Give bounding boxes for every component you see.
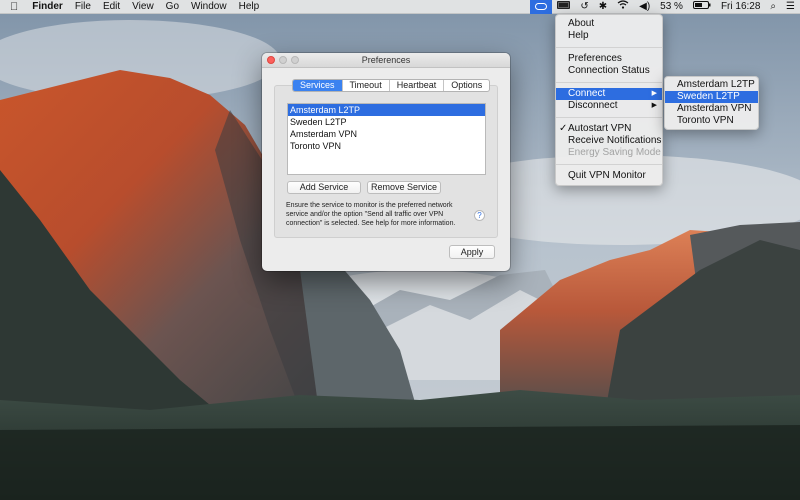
window-titlebar[interactable]: Preferences	[262, 53, 510, 68]
vpn-monitor-status-item[interactable]	[530, 0, 553, 14]
status-area: ↺ ✱ ◀) 53 % Fri 16:28 ⌕ ☰	[530, 0, 800, 14]
apple-logo-icon[interactable]: 	[0, 0, 26, 14]
tab-services[interactable]: Services	[293, 80, 343, 91]
menu-item-about[interactable]: About	[556, 18, 662, 30]
volume-icon[interactable]: ◀)	[634, 0, 655, 14]
submenu-item-amsterdam-l2tp[interactable]: Amsterdam L2TP	[665, 79, 758, 91]
window-title: Preferences	[361, 55, 411, 65]
spotlight-search-icon[interactable]: ⌕	[765, 0, 781, 14]
service-row[interactable]: Amsterdam L2TP	[288, 104, 485, 116]
notification-center-icon[interactable]: ☰	[781, 0, 800, 14]
remove-service-button[interactable]: Remove Service	[367, 181, 441, 194]
menu-bar:  Finder File Edit View Go Window Help ↺…	[0, 0, 800, 14]
tab-timeout[interactable]: Timeout	[343, 80, 390, 91]
menu-item-connect-label: Connect	[568, 88, 606, 99]
tab-heartbeat[interactable]: Heartbeat	[390, 80, 445, 91]
submenu-item-sweden-l2tp[interactable]: Sweden L2TP	[665, 91, 758, 103]
menu-item-preferences[interactable]: Preferences	[556, 53, 662, 65]
bluetooth-icon[interactable]: ✱	[594, 0, 612, 14]
connect-submenu: Amsterdam L2TP Sweden L2TP Amsterdam VPN…	[664, 76, 759, 130]
checkmark-icon: ✓	[559, 123, 568, 134]
submenu-arrow-icon: ▶	[651, 102, 657, 109]
tab-panel: Amsterdam L2TP Sweden L2TP Amsterdam VPN…	[274, 85, 498, 238]
menu-help[interactable]: Help	[233, 0, 266, 14]
help-text: Ensure the service to monitor is the pre…	[286, 202, 456, 227]
menu-window[interactable]: Window	[185, 0, 233, 14]
preferences-window: Preferences Amsterdam L2TP Sweden L2TP A…	[262, 53, 510, 271]
submenu-item-amsterdam-vpn[interactable]: Amsterdam VPN	[665, 103, 758, 115]
menu-item-autostart-label: Autostart VPN	[568, 123, 632, 134]
battery-icon[interactable]	[688, 0, 716, 14]
menu-item-disconnect[interactable]: Disconnect ▶	[556, 100, 662, 112]
help-button[interactable]: ?	[474, 210, 485, 221]
menu-item-energy-saving: Energy Saving Mode	[568, 147, 661, 158]
menu-file[interactable]: File	[69, 0, 97, 14]
time-machine-icon[interactable]: ↺	[575, 0, 593, 14]
menu-item-help[interactable]: Help	[556, 30, 662, 42]
minimize-button	[279, 56, 287, 64]
add-service-button[interactable]: Add Service	[287, 181, 361, 194]
vpn-monitor-menu: About Help Preferences Connection Status…	[555, 14, 663, 186]
battery-percent[interactable]: 53 %	[655, 0, 688, 14]
tab-options[interactable]: Options	[444, 80, 489, 91]
vpn-pill-icon	[535, 3, 548, 10]
submenu-item-toronto-vpn[interactable]: Toronto VPN	[665, 115, 758, 127]
zoom-button	[291, 56, 299, 64]
menu-item-quit[interactable]: Quit VPN Monitor	[556, 170, 662, 182]
menu-go[interactable]: Go	[160, 0, 185, 14]
tab-bar: Services Timeout Heartbeat Options	[292, 79, 491, 92]
submenu-arrow-icon: ▶	[651, 90, 657, 97]
menu-separator	[556, 117, 662, 118]
close-button[interactable]	[267, 56, 275, 64]
service-row[interactable]: Sweden L2TP	[288, 116, 485, 128]
menu-item-connection-status[interactable]: Connection Status	[556, 65, 662, 77]
keyboard-icon[interactable]	[552, 0, 575, 14]
menu-separator	[556, 164, 662, 165]
menu-edit[interactable]: Edit	[97, 0, 126, 14]
menu-separator	[556, 82, 662, 83]
menu-view[interactable]: View	[126, 0, 160, 14]
clock[interactable]: Fri 16:28	[716, 0, 765, 14]
menu-finder[interactable]: Finder	[26, 0, 69, 14]
wifi-icon[interactable]	[612, 0, 634, 14]
service-row[interactable]: Toronto VPN	[288, 140, 485, 152]
service-list[interactable]: Amsterdam L2TP Sweden L2TP Amsterdam VPN…	[287, 103, 486, 175]
menu-item-autostart-vpn[interactable]: ✓ Autostart VPN	[556, 123, 662, 135]
menu-separator	[556, 47, 662, 48]
menu-item-connect[interactable]: Connect ▶	[556, 88, 662, 100]
service-row[interactable]: Amsterdam VPN	[288, 128, 485, 140]
menu-item-receive-notifications[interactable]: Receive Notifications	[556, 135, 662, 147]
apply-button[interactable]: Apply	[449, 245, 495, 259]
menu-item-disconnect-label: Disconnect	[568, 100, 618, 111]
